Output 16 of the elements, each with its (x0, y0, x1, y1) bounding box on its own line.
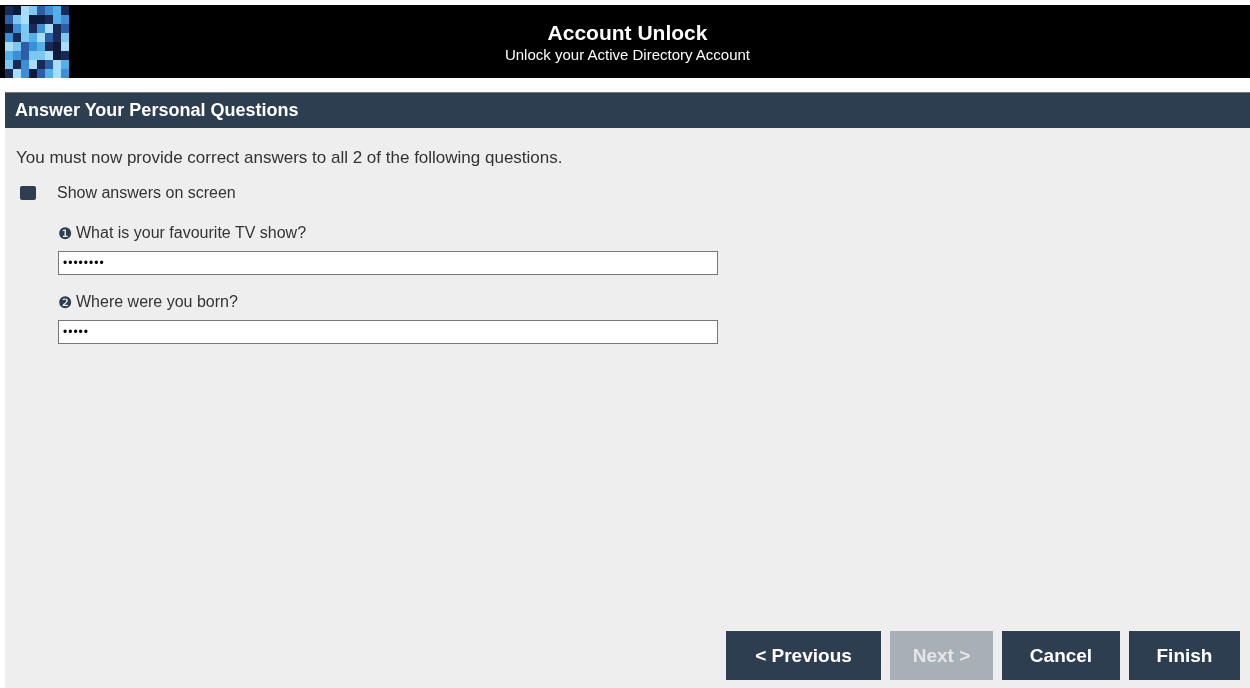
number-icon: ❷ (58, 293, 72, 312)
wizard-button[interactable]: < Previous (726, 631, 881, 680)
app-subtitle: Unlock your Active Directory Account (504, 45, 751, 63)
section-title: Answer Your Personal Questions (15, 100, 299, 121)
question-label: What is your favourite TV show? (76, 224, 307, 243)
answer-field[interactable]: ••••• (58, 320, 718, 344)
instruction-text: You must now provide correct answers to all 2 of the following questions. (16, 148, 564, 168)
answer-field[interactable]: •••••••• (58, 251, 718, 275)
wizard-button[interactable]: Finish (1129, 631, 1240, 680)
app-title: Account Unlock (547, 20, 708, 45)
question-label: Where were you born? (76, 293, 238, 312)
show-answers-checkbox[interactable] (20, 186, 36, 200)
logo-icon (5, 5, 69, 78)
checkbox-label: Show answers on screen (57, 184, 236, 202)
number-icon: ❶ (58, 224, 72, 243)
wizard-button[interactable]: Cancel (1002, 631, 1120, 680)
